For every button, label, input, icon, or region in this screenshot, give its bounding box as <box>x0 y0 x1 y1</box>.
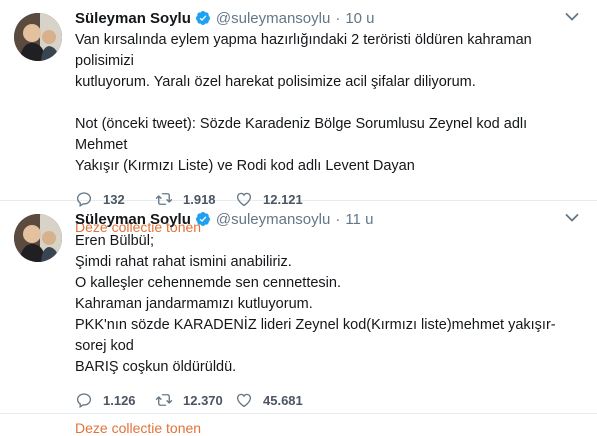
tweet-line: Not (önceki tweet): Sözde Karadeniz Bölg… <box>75 116 528 153</box>
retweet-count: 12.370 <box>183 392 223 408</box>
author-handle[interactable]: @suleymansoylu <box>216 211 330 228</box>
reply-count: 1.126 <box>103 392 136 408</box>
reply-icon <box>76 393 92 408</box>
like-count: 45.681 <box>263 392 303 408</box>
separator: · <box>335 210 341 228</box>
verified-badge-icon <box>195 11 210 25</box>
avatar[interactable] <box>14 13 62 61</box>
tweet[interactable]: Süleyman Soylu @suleymansoylu · 11 u Ere… <box>0 201 597 436</box>
tweet-line: O kalleşler cehennemde sen cennettesin. <box>75 275 341 291</box>
tweet-text: Van kırsalında eylem yapma hazırlığındak… <box>75 30 583 177</box>
retweet-button[interactable]: 12.370 <box>155 391 235 409</box>
tweet[interactable]: Süleyman Soylu @suleymansoylu · 10 u Van… <box>0 0 597 235</box>
tweet-text: Eren Bülbül; Şimdi rahat rahat ismini an… <box>75 231 583 378</box>
tweet-line: Eren Bülbül; <box>75 233 154 249</box>
retweet-icon <box>155 394 173 406</box>
tweet-line: BARIŞ coşkun öldürüldü. <box>75 359 237 375</box>
author-name[interactable]: Süleyman Soylu <box>75 211 191 228</box>
heart-icon <box>236 393 252 408</box>
timestamp[interactable]: 10 u <box>345 10 374 27</box>
tweet-line: Kahraman jandarmamızı kutluyorum. <box>75 296 313 312</box>
tweet-line: Yakışır (Kırmızı Liste) ve Rodi kod adlı… <box>75 158 415 174</box>
show-collection-link[interactable]: Deze collectie tonen <box>75 420 583 436</box>
author-handle[interactable]: @suleymansoylu <box>216 10 330 27</box>
verified-badge-icon <box>195 212 210 226</box>
like-button[interactable]: 45.681 <box>235 391 303 409</box>
tweet-actions: 1.126 12.370 45.681 <box>75 389 583 411</box>
tweet-line: Van kırsalında eylem yapma hazırlığındak… <box>75 32 532 69</box>
reply-button[interactable]: 1.126 <box>75 391 155 409</box>
tweet-line: Şimdi rahat rahat ismini anabiliriz. <box>75 254 292 270</box>
avatar[interactable] <box>14 214 62 262</box>
tweet-header: Süleyman Soylu @suleymansoylu · 10 u <box>75 8 583 28</box>
tweet-line: PKK'nın sözde KARADENİZ lideri Zeynel ko… <box>75 317 556 354</box>
tweet-line: kutluyorum. Yaralı özel harekat polisimi… <box>75 74 476 90</box>
tweet-header: Süleyman Soylu @suleymansoylu · 11 u <box>75 209 583 229</box>
author-name[interactable]: Süleyman Soylu <box>75 10 191 27</box>
timestamp[interactable]: 11 u <box>345 211 373 228</box>
separator: · <box>335 9 341 27</box>
